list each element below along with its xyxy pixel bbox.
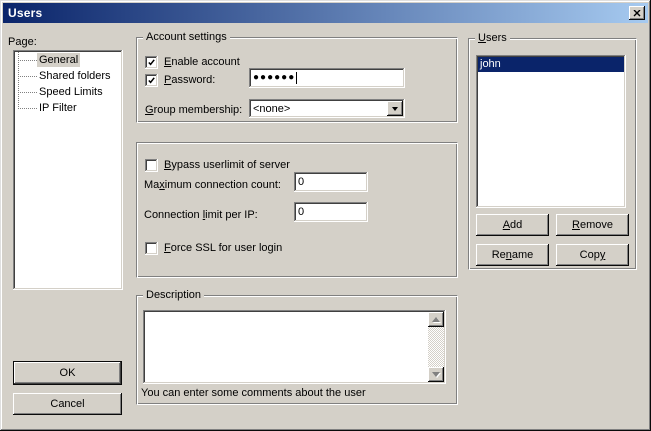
- per-ip-limit-input[interactable]: 0: [294, 202, 368, 222]
- titlebar[interactable]: Users: [3, 3, 648, 23]
- group-membership-label: Group membership:: [145, 104, 242, 117]
- group-membership-select[interactable]: <none>: [249, 99, 405, 118]
- tree-item-label: General: [37, 53, 80, 67]
- scroll-down-button[interactable]: [428, 367, 444, 382]
- password-input[interactable]: ●●●●●●: [249, 68, 405, 88]
- tree-item-label: Shared folders: [37, 69, 113, 83]
- dropdown-arrow-icon: [392, 107, 398, 111]
- copy-button-label: Copy: [580, 249, 606, 261]
- close-button[interactable]: [629, 6, 645, 20]
- checkmark-icon: [147, 58, 156, 67]
- scroll-down-icon: [432, 372, 440, 377]
- close-icon: [633, 10, 641, 17]
- cancel-button[interactable]: Cancel: [13, 393, 122, 415]
- account-settings-group-title: Account settings: [143, 31, 230, 44]
- users-dialog-window: Users Page: General Shared folders Speed…: [0, 0, 651, 431]
- rename-button-label: Rename: [492, 249, 534, 261]
- add-button[interactable]: Add: [476, 214, 549, 236]
- checkbox-box[interactable]: [145, 242, 158, 255]
- tree-item-label: IP Filter: [37, 101, 79, 115]
- users-group: Users john Add Remove Rename Copy: [468, 38, 637, 270]
- scroll-up-icon: [432, 317, 440, 322]
- force-ssl-label: Force SSL for user login: [164, 242, 282, 255]
- per-ip-limit-label: Connection limit per IP:: [144, 209, 258, 222]
- tree-item-general[interactable]: General: [13, 52, 123, 68]
- tree-branch-line: [18, 76, 37, 77]
- password-label: Password:: [164, 74, 215, 87]
- description-hint: You can enter some comments about the us…: [141, 387, 366, 400]
- checkbox-box[interactable]: [145, 74, 158, 87]
- max-connections-input[interactable]: 0: [294, 172, 368, 192]
- checkbox-box[interactable]: [145, 159, 158, 172]
- list-item-john[interactable]: john: [478, 57, 624, 72]
- bypass-userlimit-checkbox[interactable]: Bypass userlimit of server: [145, 159, 290, 172]
- password-dots: ●●●●●●: [253, 73, 295, 83]
- tree-item-ip-filter[interactable]: IP Filter: [13, 100, 123, 116]
- tree-item-shared-folders[interactable]: Shared folders: [13, 68, 123, 84]
- cancel-button-label: Cancel: [50, 398, 84, 410]
- description-group-title: Description: [143, 289, 204, 302]
- description-group: Description You can enter some comments …: [136, 295, 458, 405]
- users-group-title: Users: [475, 32, 510, 45]
- tree-branch-line: [18, 92, 37, 93]
- group-membership-value: <none>: [253, 103, 290, 115]
- page-label: Page:: [8, 36, 37, 49]
- max-connections-value: 0: [298, 176, 304, 188]
- description-scrollbar[interactable]: [428, 312, 444, 382]
- tree-item-label: Speed Limits: [37, 85, 105, 99]
- window-title: Users: [8, 6, 42, 20]
- add-button-label: Add: [503, 219, 523, 231]
- connection-limits-group: Bypass userlimit of server Maximum conne…: [136, 142, 458, 278]
- text-caret: [296, 72, 297, 84]
- remove-button[interactable]: Remove: [556, 214, 629, 236]
- copy-button[interactable]: Copy: [556, 244, 629, 266]
- description-textarea[interactable]: [143, 310, 446, 384]
- ok-button-label: OK: [60, 367, 76, 379]
- tree-branch-line: [18, 60, 37, 61]
- rename-button[interactable]: Rename: [476, 244, 549, 266]
- scroll-up-button[interactable]: [428, 312, 444, 327]
- dropdown-arrow-button[interactable]: [387, 101, 403, 116]
- checkmark-icon: [147, 76, 156, 85]
- tree-item-speed-limits[interactable]: Speed Limits: [13, 84, 123, 100]
- enable-account-checkbox[interactable]: Enable account: [145, 56, 240, 69]
- max-connections-label: Maximum connection count:: [144, 179, 281, 192]
- tree-branch-line: [18, 108, 37, 109]
- remove-button-label: Remove: [572, 219, 613, 231]
- account-settings-group: Account settings Enable account Password…: [136, 37, 458, 123]
- password-checkbox[interactable]: Password:: [145, 74, 215, 87]
- enable-account-label: Enable account: [164, 56, 240, 69]
- checkbox-box[interactable]: [145, 56, 158, 69]
- force-ssl-checkbox[interactable]: Force SSL for user login: [145, 242, 282, 255]
- bypass-userlimit-label: Bypass userlimit of server: [164, 159, 290, 172]
- per-ip-limit-value: 0: [298, 206, 304, 218]
- ok-button[interactable]: OK: [13, 361, 122, 385]
- users-listbox[interactable]: john: [476, 55, 626, 208]
- page-tree[interactable]: General Shared folders Speed Limits IP F…: [13, 50, 123, 290]
